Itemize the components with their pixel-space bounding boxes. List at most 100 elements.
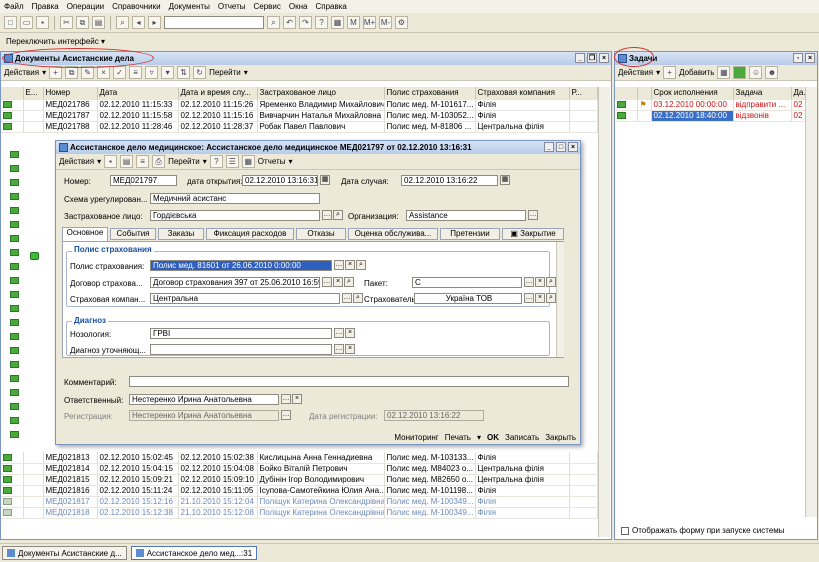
org-field[interactable]: Assistance bbox=[406, 210, 526, 221]
redo-icon[interactable]: ↷ bbox=[299, 16, 312, 29]
print-icon[interactable]: ⎙ bbox=[152, 155, 166, 168]
goto-menu-button[interactable]: Перейти bbox=[209, 68, 241, 77]
toolbar-search-input[interactable] bbox=[164, 16, 264, 29]
clear-icon[interactable]: × bbox=[333, 277, 343, 287]
column-header[interactable]: Номер bbox=[43, 87, 98, 100]
table-row[interactable]: МЕД021814 02.12.2010 15:04:15 02.12.2010… bbox=[1, 463, 598, 475]
select-icon[interactable]: … bbox=[334, 344, 344, 354]
company-field[interactable]: Центральна bbox=[150, 293, 340, 304]
menu-operations[interactable]: Операции bbox=[67, 2, 104, 11]
save-button[interactable]: Записать bbox=[505, 433, 539, 445]
column-header[interactable]: Дата и время слу... bbox=[178, 87, 258, 100]
hierarchy-icon[interactable]: ≡ bbox=[129, 66, 143, 79]
green-square-icon[interactable] bbox=[733, 66, 747, 79]
restore-icon[interactable]: ❐ bbox=[587, 53, 597, 63]
search-icon[interactable]: ⌕ bbox=[546, 293, 556, 303]
column-header[interactable] bbox=[615, 87, 638, 100]
tab-refusals[interactable]: Отказы bbox=[296, 228, 346, 240]
menu-catalogs[interactable]: Справочники bbox=[112, 2, 160, 11]
pin-icon[interactable]: ▫ bbox=[793, 53, 803, 63]
help-icon[interactable]: ? bbox=[209, 155, 223, 168]
column-header[interactable]: Дата bbox=[97, 87, 179, 100]
column-header[interactable]: Полис страхования bbox=[384, 87, 476, 100]
column-header[interactable] bbox=[637, 87, 652, 100]
paste-icon[interactable]: ▤ bbox=[92, 16, 105, 29]
calendar-icon[interactable]: ▦ bbox=[320, 175, 330, 185]
column-header[interactable]: Е... bbox=[23, 87, 44, 100]
tab-orders[interactable]: Заказы bbox=[158, 228, 204, 240]
select-icon[interactable]: … bbox=[322, 277, 332, 287]
table-row[interactable]: МЕД021818 02.12.2010 15:12:38 21.10.2010… bbox=[1, 507, 598, 519]
taskbar-assistance-case[interactable]: Ассистанское дело мед...:31 bbox=[130, 546, 258, 560]
insurer-field[interactable]: Україна ТОВ bbox=[414, 293, 522, 304]
search-icon[interactable]: ⌕ bbox=[353, 293, 363, 303]
responsible-field[interactable]: Нестеренко Ирина Анатольевна bbox=[129, 394, 279, 405]
clear-icon[interactable]: × bbox=[345, 260, 355, 270]
clear-icon[interactable]: × bbox=[345, 328, 355, 338]
memory-mminus-icon[interactable]: M- bbox=[379, 16, 392, 29]
memory-m-icon[interactable]: M bbox=[347, 16, 360, 29]
settings-icon[interactable]: ⚙ bbox=[395, 16, 408, 29]
print-button[interactable]: Печать bbox=[445, 433, 471, 445]
tab-closing[interactable]: ▣ Закрытие bbox=[502, 228, 564, 240]
insured-field[interactable]: Гордієвська bbox=[150, 210, 320, 221]
calendar-icon[interactable]: ▦ bbox=[331, 16, 344, 29]
close-icon[interactable]: × bbox=[805, 53, 815, 63]
monitoring-button[interactable]: Мониторинг bbox=[394, 433, 438, 445]
vertical-scrollbar[interactable] bbox=[805, 87, 817, 517]
table-row[interactable]: МЕД021817 02.12.2010 15:12:16 21.10.2010… bbox=[1, 496, 598, 508]
search-icon[interactable]: ⌕ bbox=[356, 260, 366, 270]
show-on-start-checkbox[interactable] bbox=[621, 526, 629, 535]
menu-documents[interactable]: Документы bbox=[169, 2, 210, 11]
close-button[interactable]: Закрыть bbox=[545, 433, 576, 445]
tab-panel-scrollbar[interactable] bbox=[556, 242, 564, 357]
scheme-field[interactable]: Медичний асистанс bbox=[150, 193, 320, 204]
actions-menu-button[interactable]: Действия bbox=[4, 68, 39, 77]
delete-icon[interactable]: × bbox=[97, 66, 111, 79]
list-icon[interactable]: ☰ bbox=[225, 155, 239, 168]
sort-icon[interactable]: ⇅ bbox=[177, 66, 191, 79]
select-icon[interactable]: … bbox=[281, 394, 291, 404]
contract-field[interactable]: Договор страхования 397 от 25.06.2010 16… bbox=[150, 277, 320, 288]
policy-field[interactable]: Полис мед. 81601 от 26.06.2010 0:00:00 bbox=[150, 260, 332, 271]
column-header[interactable]: Срок исполнения bbox=[651, 87, 734, 100]
clear-icon[interactable]: × bbox=[535, 277, 545, 287]
actions-menu-button[interactable]: Действия bbox=[59, 157, 94, 166]
vertical-scrollbar[interactable] bbox=[598, 87, 610, 537]
nosology-field[interactable]: ГРВІ bbox=[150, 328, 332, 339]
copy-icon[interactable]: ⧉ bbox=[76, 16, 89, 29]
switch-interface-button[interactable]: Переключить интерфейс bbox=[6, 37, 99, 46]
add-button[interactable]: Добавить bbox=[679, 68, 714, 77]
packet-field[interactable]: С bbox=[412, 277, 522, 288]
actions-menu-button[interactable]: Действия bbox=[618, 68, 653, 77]
structure-icon[interactable]: ≡ bbox=[136, 155, 150, 168]
find-prev-icon[interactable]: ◂ bbox=[132, 16, 145, 29]
select-icon[interactable]: … bbox=[334, 328, 344, 338]
select-icon[interactable]: … bbox=[524, 293, 534, 303]
search-icon[interactable]: ⌕ bbox=[546, 277, 556, 287]
tab-main[interactable]: Основное bbox=[62, 227, 108, 241]
calendar-icon[interactable]: ▦ bbox=[500, 175, 510, 185]
menu-help[interactable]: Справка bbox=[316, 2, 347, 11]
select-icon[interactable]: … bbox=[528, 210, 538, 220]
table-row[interactable]: МЕД021787 02.12.2010 11:15:58 02.12.2010… bbox=[1, 110, 598, 122]
tab-claims[interactable]: Претензии bbox=[440, 228, 500, 240]
find-next-icon[interactable]: ▸ bbox=[148, 16, 161, 29]
clear-icon[interactable]: × bbox=[535, 293, 545, 303]
save-icon[interactable]: ▪ bbox=[36, 16, 49, 29]
filter-off-icon[interactable]: ▾ bbox=[161, 66, 175, 79]
menu-file[interactable]: Файл bbox=[4, 2, 24, 11]
search-icon[interactable]: ⌕ bbox=[344, 277, 354, 287]
filter-icon[interactable]: ▿ bbox=[145, 66, 159, 79]
open-folder-icon[interactable]: ▭ bbox=[20, 16, 33, 29]
cut-icon[interactable]: ✂ bbox=[60, 16, 73, 29]
minimize-icon[interactable]: _ bbox=[544, 142, 554, 152]
find-icon[interactable]: ⌕ bbox=[267, 16, 280, 29]
taskbar-documents[interactable]: Документы Асистанские д... bbox=[2, 546, 127, 560]
menu-edit[interactable]: Правка bbox=[32, 2, 59, 11]
comment-field[interactable] bbox=[129, 376, 569, 387]
column-header[interactable]: Р... bbox=[569, 87, 598, 100]
table-icon[interactable]: ▦ bbox=[241, 155, 255, 168]
diag-detail-field[interactable] bbox=[150, 344, 332, 355]
menu-windows[interactable]: Окна bbox=[289, 2, 308, 11]
